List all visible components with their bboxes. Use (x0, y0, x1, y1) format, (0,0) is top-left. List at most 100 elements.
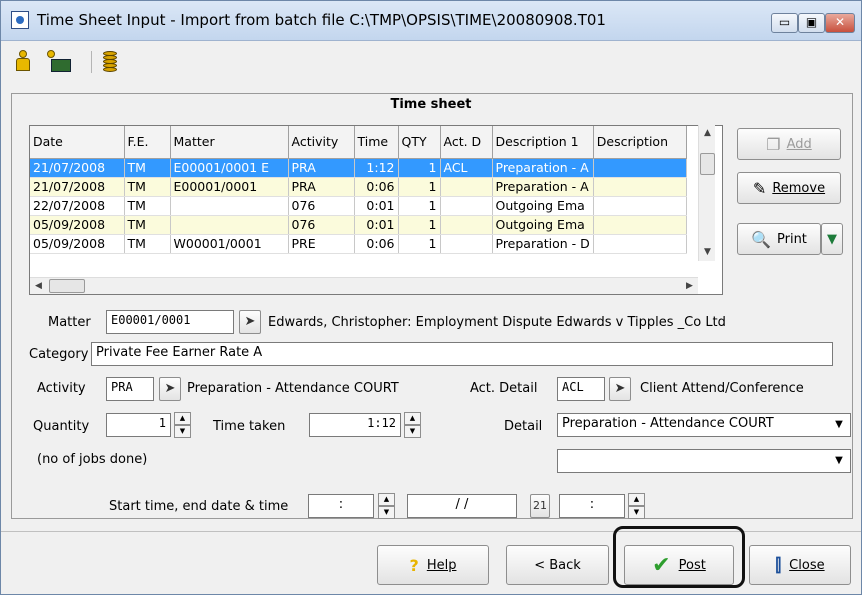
category-label: Category (29, 347, 89, 362)
column-header-matter[interactable]: Matter (170, 126, 289, 159)
maximize-button[interactable]: ▣ (798, 13, 825, 33)
print-dropdown-button[interactable]: ▼ (821, 223, 843, 255)
help-button[interactable]: ? Help (377, 545, 489, 585)
detail-2-combo[interactable] (557, 449, 851, 473)
quantity-stepper[interactable]: ▲ ▼ (174, 412, 191, 438)
cell-description-1: Preparation - A (492, 177, 594, 197)
person-icon[interactable] (11, 49, 35, 73)
cell-act-detail: ACL (440, 158, 493, 178)
column-header-description-1[interactable]: Description 1 (492, 126, 594, 159)
person-folder-icon[interactable] (43, 49, 73, 73)
cell-activity: 076 (288, 196, 355, 216)
grid-horizontal-scrollbar[interactable]: ◀ ▶ (30, 277, 698, 294)
time-taken-stepper[interactable]: ▲ ▼ (404, 412, 421, 438)
detail-label: Detail (504, 419, 543, 434)
column-header-activity[interactable]: Activity (288, 126, 355, 159)
back-button[interactable]: < Back (506, 545, 609, 585)
column-header-time[interactable]: Time (354, 126, 399, 159)
matter-field[interactable]: E00001/0001 (106, 310, 234, 334)
scroll-down-icon[interactable]: ▼ (699, 244, 716, 261)
scroll-thumb[interactable] (49, 279, 85, 293)
matter-lookup-button[interactable]: ➤ (239, 310, 261, 334)
act-detail-lookup-button[interactable]: ➤ (609, 377, 631, 401)
cell-date: 22/07/2008 (30, 196, 125, 216)
cell-qty: 1 (398, 234, 441, 254)
scroll-up-icon[interactable]: ▲ (699, 125, 716, 142)
stepper-up-icon[interactable]: ▲ (628, 493, 645, 506)
grid-vertical-scrollbar[interactable]: ▲ ▼ (698, 125, 715, 261)
close-button-label: Close (789, 557, 825, 573)
stepper-up-icon[interactable]: ▲ (378, 493, 395, 506)
cell-fe: TM (124, 215, 171, 235)
cell-qty: 1 (398, 158, 441, 178)
pointer-icon: ➤ (244, 314, 256, 329)
start-time-field[interactable]: : (308, 494, 374, 518)
remove-button[interactable]: ✎ Remove (737, 172, 841, 204)
table-row[interactable]: 05/09/2008 TM 076 0:01 1 Outgoing Ema (30, 215, 687, 235)
copy-icon: ❐ (766, 134, 781, 154)
cell-time: 0:01 (354, 215, 399, 235)
end-time-field[interactable]: : (559, 494, 625, 518)
cell-qty: 1 (398, 215, 441, 235)
cell-matter: W00001/0001 (170, 234, 289, 254)
act-detail-label: Act. Detail (470, 381, 538, 396)
close-window-button[interactable]: ✕ (825, 13, 855, 33)
cell-matter (170, 215, 289, 235)
activity-field[interactable]: PRA (106, 377, 154, 401)
remove-button-label: Remove (772, 180, 826, 196)
act-detail-field[interactable]: ACL (557, 377, 605, 401)
cell-fe: TM (124, 158, 171, 178)
timesheet-grid[interactable]: Date F.E. Matter Activity Time QTY Act. … (29, 125, 723, 295)
minimize-button[interactable]: ▭ (771, 13, 798, 33)
column-header-qty[interactable]: QTY (398, 126, 441, 159)
cell-matter (170, 196, 289, 216)
activity-label: Activity (37, 381, 86, 396)
scroll-thumb[interactable] (700, 153, 715, 175)
stepper-down-icon[interactable]: ▼ (174, 425, 191, 438)
column-header-description-2[interactable]: Description (593, 126, 687, 159)
add-button[interactable]: ❐ Add (737, 128, 841, 160)
cell-act-detail (440, 215, 493, 235)
chevron-down-icon[interactable]: ▼ (829, 450, 849, 472)
close-button[interactable]: ⫿ Close (749, 545, 851, 585)
table-row[interactable]: 22/07/2008 TM 076 0:01 1 Outgoing Ema (30, 196, 687, 216)
scroll-left-icon[interactable]: ◀ (30, 278, 47, 295)
stepper-down-icon[interactable]: ▼ (404, 425, 421, 438)
detail-combo[interactable]: Preparation - Attendance COURT (557, 413, 851, 437)
timesheet-title: Time sheet (390, 97, 472, 112)
cell-description-1: Preparation - D (492, 234, 594, 254)
cell-description-2 (593, 158, 687, 178)
table-row[interactable]: 21/07/2008 TM E00001/0001 E PRA 1:12 1 A… (30, 158, 687, 178)
category-field[interactable]: Private Fee Earner Rate A (91, 342, 833, 366)
cell-matter: E00001/0001 E (170, 158, 289, 178)
pointer-icon: ➤ (164, 381, 176, 396)
column-header-date[interactable]: Date (30, 126, 125, 159)
end-date-field[interactable]: / / (407, 494, 517, 518)
help-button-label: Help (426, 557, 457, 573)
scroll-right-icon[interactable]: ▶ (681, 278, 698, 295)
stepper-down-icon[interactable]: ▼ (378, 506, 395, 519)
print-button[interactable]: 🔍 Print (737, 223, 821, 255)
stepper-up-icon[interactable]: ▲ (174, 412, 191, 425)
time-taken-field[interactable]: 1:12 (309, 413, 401, 437)
start-time-stepper[interactable]: ▲ ▼ (378, 493, 395, 519)
stepper-down-icon[interactable]: ▼ (628, 506, 645, 519)
table-row[interactable]: 21/07/2008 TM E00001/0001 PRA 0:06 1 Pre… (30, 177, 687, 197)
cell-date: 21/07/2008 (30, 177, 125, 197)
quantity-field[interactable]: 1 (106, 413, 171, 437)
cell-matter: E00001/0001 (170, 177, 289, 197)
table-row[interactable]: 05/09/2008 TM W00001/0001 PRE 0:06 1 Pre… (30, 234, 687, 254)
end-time-stepper[interactable]: ▲ ▼ (628, 493, 645, 519)
cell-activity: PRA (288, 158, 355, 178)
stepper-up-icon[interactable]: ▲ (404, 412, 421, 425)
coins-icon[interactable] (98, 49, 122, 73)
column-header-act-detail[interactable]: Act. D (440, 126, 493, 159)
back-button-label: < Back (534, 557, 581, 573)
cell-description-2 (593, 196, 687, 216)
calendar-icon[interactable]: 21 (530, 494, 550, 518)
cell-description-1: Outgoing Ema (492, 196, 594, 216)
chevron-down-icon[interactable]: ▼ (829, 414, 849, 436)
column-header-fe[interactable]: F.E. (124, 126, 171, 159)
toolbar-separator (91, 51, 92, 73)
activity-lookup-button[interactable]: ➤ (159, 377, 181, 401)
